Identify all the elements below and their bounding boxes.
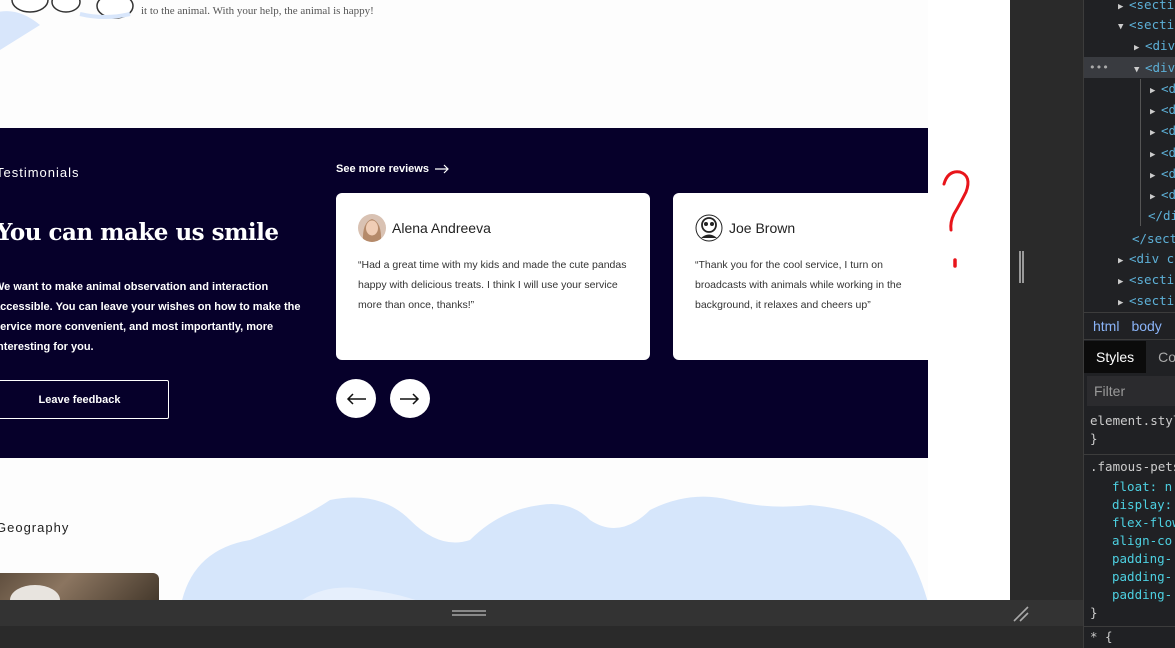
dom-node-text: <div	[1145, 38, 1175, 53]
breadcrumb-html[interactable]: html	[1093, 318, 1119, 334]
width-resize-handle[interactable]	[1019, 251, 1024, 283]
collapse-arrow-icon[interactable]: ▼	[1134, 60, 1145, 81]
breadcrumb: html body	[1084, 312, 1175, 340]
dom-node[interactable]: ▶<div	[1150, 120, 1175, 141]
dom-node-text: <section	[1129, 0, 1175, 12]
rule-divider	[1084, 454, 1175, 455]
style-brace: }	[1090, 431, 1098, 446]
devtools-panel: ▶<section ▼<section ▶<div ••• ▼<div ▶<di…	[1083, 0, 1175, 648]
dom-node[interactable]: ▶<div	[1150, 163, 1175, 184]
review-text: “Had a great time with my kids and made …	[358, 259, 627, 311]
elements-tree: ▶<section ▼<section ▶<div ••• ▼<div ▶<di…	[1084, 0, 1175, 312]
dom-node-text: <div	[1161, 145, 1175, 160]
previous-review-button[interactable]	[336, 379, 376, 418]
breadcrumb-body[interactable]: body	[1131, 318, 1161, 334]
resize-corner-icon[interactable]	[1012, 606, 1030, 622]
style-selector[interactable]: .famous-pets	[1090, 458, 1175, 476]
dom-node-text: <div	[1161, 81, 1175, 96]
style-selector[interactable]: element.style	[1090, 412, 1175, 430]
dom-node[interactable]: ▼<section	[1118, 14, 1175, 35]
arrow-left-icon	[346, 392, 366, 405]
leave-feedback-button[interactable]: Leave feedback	[0, 380, 169, 419]
dom-node-text: </div>	[1148, 208, 1175, 223]
dom-node-text: <div	[1161, 187, 1175, 202]
bottom-resize-bar	[0, 600, 1083, 626]
style-property[interactable]: padding-	[1112, 586, 1172, 604]
dom-node[interactable]: </section>	[1132, 228, 1175, 249]
collapse-arrow-icon[interactable]: ▼	[1118, 17, 1129, 38]
bottom-strip	[0, 626, 1083, 648]
page-margin	[928, 0, 1010, 600]
section-description: We want to make animal observation and i…	[0, 281, 301, 353]
intro-text: it to the animal. With your help, the an…	[141, 5, 374, 17]
section-label: Testimonials	[0, 165, 80, 180]
question-mark-annotation	[942, 170, 970, 268]
dom-node-text: <section	[1129, 272, 1175, 287]
dom-node-selected[interactable]: ••• ▼ <div	[1084, 57, 1175, 78]
style-property[interactable]: align-co	[1112, 532, 1172, 550]
dom-node[interactable]: </div>	[1148, 205, 1175, 226]
dom-node-text: <div	[1161, 102, 1175, 117]
tree-guide-line	[1140, 79, 1141, 226]
expand-arrow-icon[interactable]: ▶	[1134, 38, 1145, 59]
dom-node-text: <div	[1161, 166, 1175, 181]
woman-avatar-icon	[358, 214, 386, 242]
dom-node[interactable]: ▶<div	[1150, 99, 1175, 120]
dom-node-text: <div	[1161, 123, 1175, 138]
dom-node-text: </section>	[1132, 231, 1175, 246]
avatar	[695, 214, 723, 242]
dom-node[interactable]: ▶<div	[1150, 184, 1175, 205]
animal-photo	[0, 573, 159, 600]
expand-arrow-icon[interactable]: ▶	[1118, 293, 1129, 314]
style-property[interactable]: display:	[1112, 496, 1172, 514]
more-options-icon[interactable]: •••	[1089, 57, 1109, 78]
dom-node-text: <section	[1129, 293, 1175, 308]
height-resize-handle[interactable]	[452, 610, 486, 616]
dom-node[interactable]: ▶<section	[1118, 290, 1175, 311]
dom-node[interactable]: ▶ <div c	[1118, 248, 1174, 269]
rule-divider	[1084, 626, 1175, 627]
reviewer-name: Joe Brown	[729, 220, 796, 236]
reviewer-name: Alena Andreeva	[392, 220, 491, 236]
expand-arrow-icon[interactable]: ▶	[1150, 123, 1161, 144]
page-viewport: it to the animal. With your help, the an…	[0, 0, 1010, 600]
see-more-label: See more reviews	[336, 163, 429, 175]
section-title: You can make us smile	[0, 219, 279, 246]
review-text: “Thank you for the cool service, I turn …	[695, 259, 902, 311]
style-property[interactable]: padding-	[1112, 550, 1172, 568]
dom-node[interactable]: ▶<div	[1150, 142, 1175, 163]
dom-node[interactable]: ▶<div	[1150, 78, 1175, 99]
panda-avatar-icon	[695, 214, 723, 242]
arrow-right-icon	[400, 392, 420, 405]
geography-label: Geography	[0, 520, 70, 535]
style-property[interactable]: padding-	[1112, 568, 1172, 586]
style-selector[interactable]: * {	[1090, 628, 1113, 646]
dom-node[interactable]: ▶<div	[1134, 35, 1175, 56]
style-property[interactable]: float: n	[1112, 478, 1172, 496]
see-more-reviews-link[interactable]: See more reviews	[336, 163, 450, 175]
next-review-button[interactable]	[390, 379, 430, 418]
dom-node-text: <div	[1145, 60, 1175, 75]
review-card: Alena Andreeva “Had a great time with my…	[336, 193, 650, 360]
tab-styles[interactable]: Styles	[1084, 341, 1147, 373]
world-map-image	[182, 496, 928, 600]
tab-computed[interactable]: Computed	[1146, 341, 1175, 373]
style-property[interactable]: flex-flow	[1112, 514, 1175, 532]
dom-node-text: <div c	[1129, 251, 1175, 266]
styles-filter-input[interactable]: Filter	[1087, 376, 1175, 406]
dom-node-text: <section	[1129, 17, 1175, 32]
arrow-right-icon	[434, 164, 449, 174]
viewport-gutter	[1010, 0, 1083, 600]
style-brace: }	[1090, 605, 1098, 620]
animal-illustration	[0, 0, 134, 50]
dom-node[interactable]: ▶<section	[1118, 269, 1175, 290]
avatar	[358, 214, 386, 242]
testimonials-section: Testimonials You can make us smile We wa…	[0, 128, 987, 458]
dom-node[interactable]: ▶<section	[1118, 0, 1175, 15]
styles-tabs: Styles Computed	[1084, 341, 1175, 373]
